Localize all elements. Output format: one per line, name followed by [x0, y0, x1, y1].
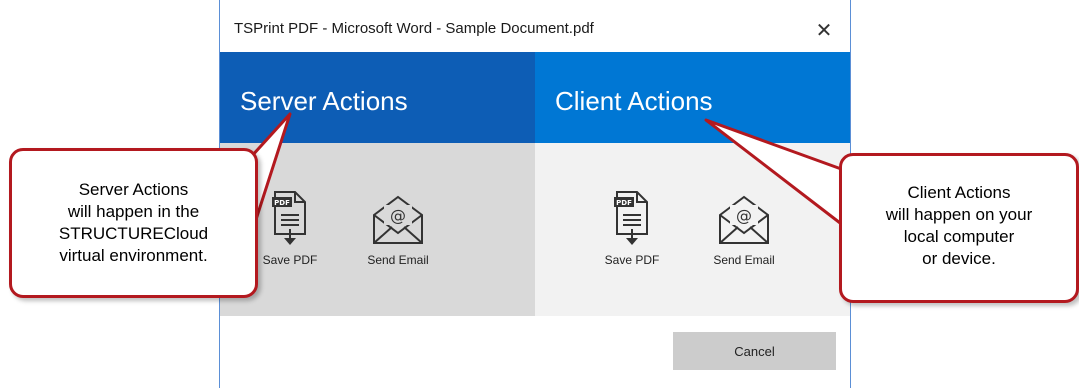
callout-line: Client Actions: [907, 183, 1011, 202]
client-actions-header: Client Actions: [535, 52, 850, 143]
callout-line: STRUCTURECloud: [58, 224, 209, 243]
callout-line: Server Actions: [78, 180, 189, 199]
tsprint-dialog: TSPrint PDF - Microsoft Word - Sample Do…: [219, 0, 851, 388]
client-actions-panel: PDF Save PDF @ Send Email: [535, 143, 850, 316]
client-save-pdf-label: Save PDF: [604, 253, 660, 267]
callout-line: local computer: [903, 227, 1015, 246]
server-send-email-button[interactable]: @ Send Email: [348, 193, 448, 267]
pdf-file-download-icon: PDF: [614, 191, 648, 245]
svg-text:@: @: [390, 206, 406, 225]
email-envelope-icon: @: [719, 195, 769, 244]
svg-text:@: @: [736, 206, 752, 225]
server-actions-callout: Server Actions will happen in the STRUCT…: [9, 148, 258, 298]
pdf-file-download-icon: PDF: [272, 191, 306, 245]
server-actions-panel: PDF Save PDF @ Send Email: [220, 143, 535, 316]
server-actions-header: Server Actions: [220, 52, 535, 143]
close-icon: ✕: [815, 19, 833, 42]
callout-line: will happen in the: [67, 202, 200, 221]
svg-text:PDF: PDF: [274, 199, 290, 207]
email-envelope-icon: @: [373, 195, 423, 244]
window-title: TSPrint PDF - Microsoft Word - Sample Do…: [234, 20, 594, 37]
title-bar: TSPrint PDF - Microsoft Word - Sample Do…: [220, 0, 850, 52]
callout-line: or device.: [922, 249, 996, 268]
client-save-pdf-button[interactable]: PDF Save PDF: [582, 189, 682, 267]
server-send-email-label: Send Email: [367, 253, 429, 267]
callout-line: virtual environment.: [59, 246, 208, 265]
dialog-footer: Cancel: [220, 316, 850, 388]
client-send-email-label: Send Email: [713, 253, 775, 267]
client-send-email-button[interactable]: @ Send Email: [694, 193, 794, 267]
svg-text:PDF: PDF: [616, 199, 632, 207]
cancel-button[interactable]: Cancel: [673, 332, 836, 370]
close-button[interactable]: ✕: [808, 14, 840, 46]
client-actions-callout: Client Actions will happen on your local…: [839, 153, 1079, 303]
callout-line: will happen on your: [885, 205, 1033, 224]
